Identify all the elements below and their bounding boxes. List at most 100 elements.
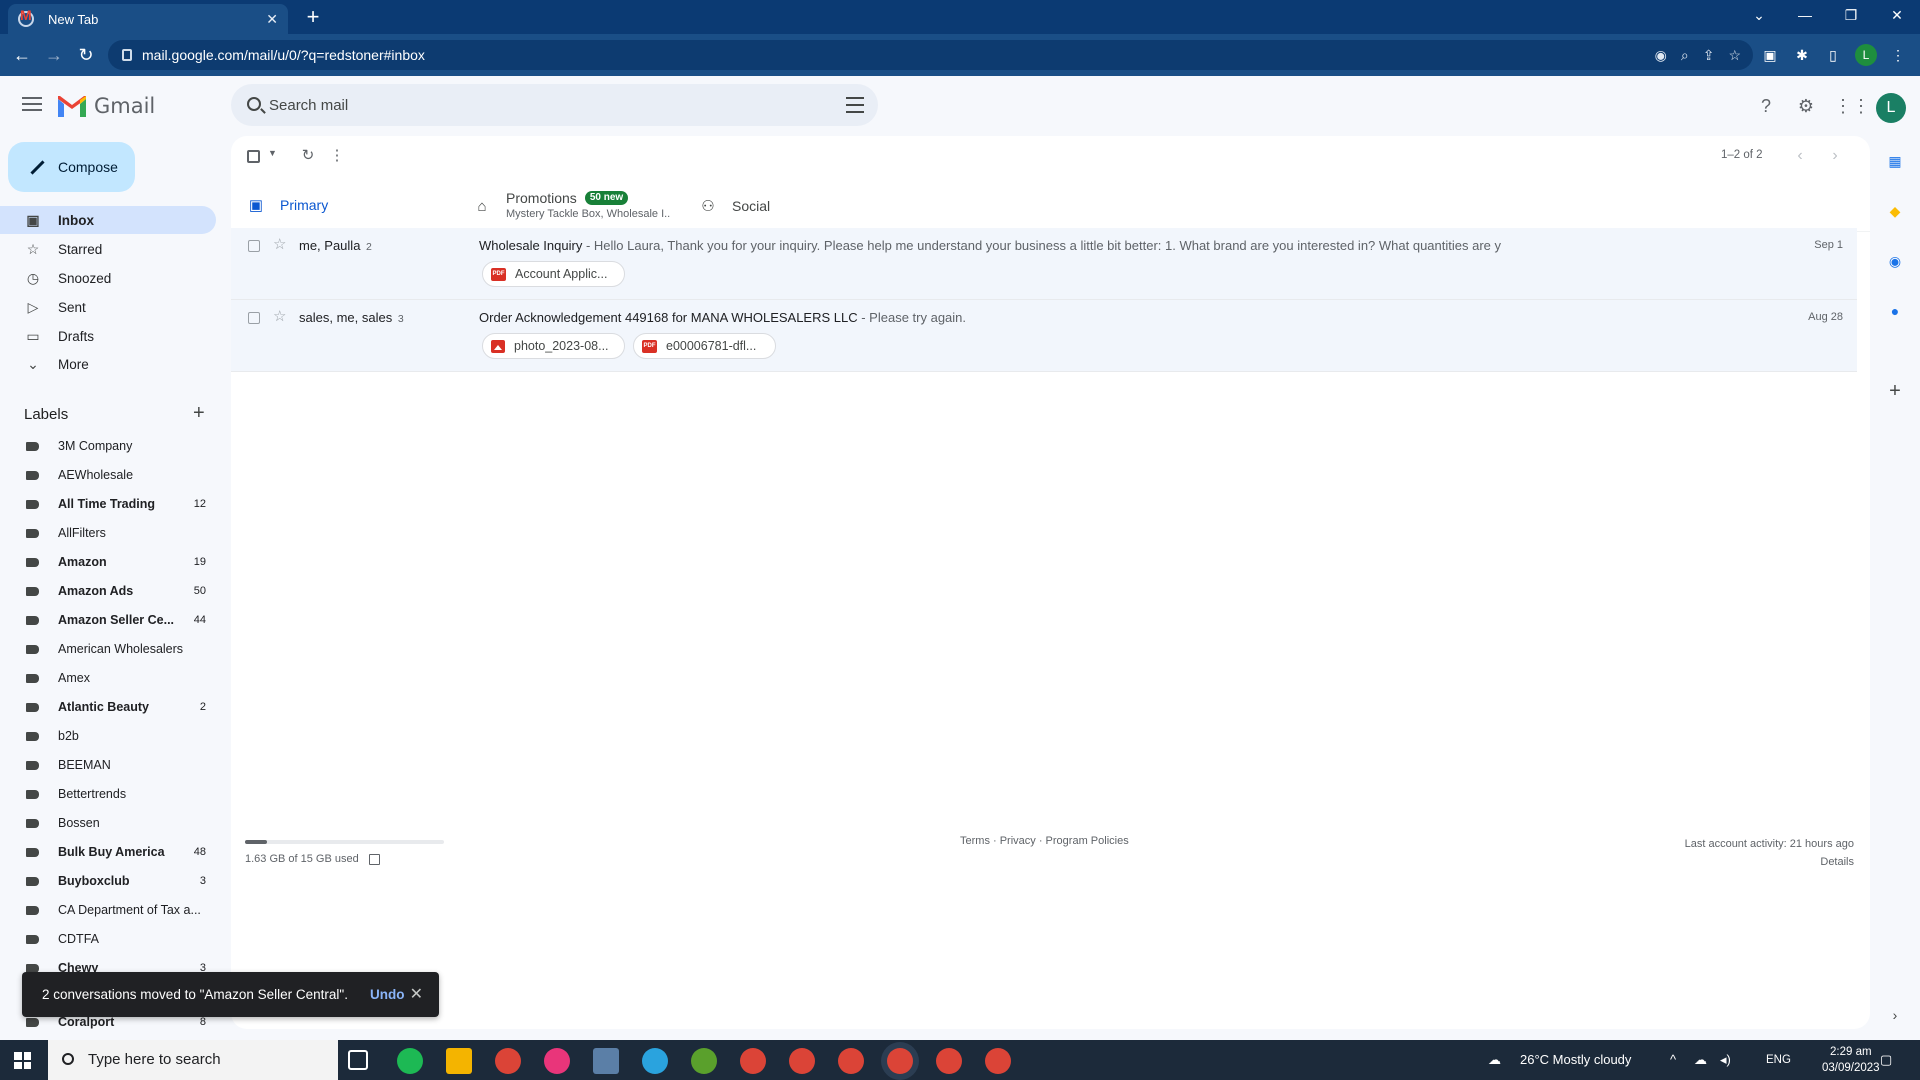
label-item[interactable]: AEWholesale bbox=[0, 461, 216, 489]
label-item[interactable]: Bulk Buy America 48 bbox=[0, 838, 216, 866]
window-close-button[interactable]: ✕ bbox=[1874, 0, 1920, 30]
utorrent-icon[interactable] bbox=[691, 1048, 717, 1074]
close-tab-icon[interactable]: ✕ bbox=[266, 11, 278, 28]
tasks-icon[interactable]: ◉ bbox=[1884, 250, 1906, 272]
prev-page-icon[interactable]: ‹ bbox=[1788, 144, 1812, 168]
attachment-chip[interactable]: photo_2023-08... bbox=[482, 333, 625, 359]
email-row[interactable]: ☆ me, Paulla 2 Wholesale Inquiry - Hello… bbox=[231, 228, 1857, 300]
browser-profile-avatar[interactable]: L bbox=[1855, 44, 1877, 66]
label-item[interactable]: 3M Company bbox=[0, 432, 216, 460]
show-side-panel-icon[interactable]: › bbox=[1884, 1004, 1906, 1026]
label-item[interactable]: AllFilters bbox=[0, 519, 216, 547]
nav-item-more[interactable]: ⌄ More bbox=[0, 350, 216, 378]
side-panel-icon[interactable]: ▯ bbox=[1823, 45, 1843, 65]
row-checkbox[interactable] bbox=[248, 240, 260, 252]
row-checkbox[interactable] bbox=[248, 312, 260, 324]
next-page-icon[interactable]: › bbox=[1823, 144, 1847, 168]
label-item[interactable]: Amazon 19 bbox=[0, 548, 216, 576]
label-item[interactable]: Bossen bbox=[0, 809, 216, 837]
network-icon[interactable]: ☁ bbox=[1694, 1040, 1707, 1080]
label-item[interactable]: b2b bbox=[0, 722, 216, 750]
search-options-icon[interactable] bbox=[846, 97, 864, 113]
label-item[interactable]: BEEMAN bbox=[0, 751, 216, 779]
weather-text[interactable]: 26°C Mostly cloudy bbox=[1520, 1040, 1631, 1080]
add-label-icon[interactable]: + bbox=[193, 402, 205, 425]
lock-icon[interactable] bbox=[122, 49, 132, 61]
address-bar[interactable]: mail.google.com/mail/u/0/?q=redstoner#in… bbox=[108, 40, 1753, 70]
tab-promotions[interactable]: ⌂ Promotions 50 new Mystery Tackle Box, … bbox=[471, 180, 701, 232]
telegram-icon[interactable] bbox=[642, 1048, 668, 1074]
tab-social[interactable]: ⚇ Social bbox=[699, 180, 770, 232]
label-item[interactable]: Amex bbox=[0, 664, 216, 692]
chrome-profile-icon[interactable] bbox=[936, 1048, 962, 1074]
tab-search-icon[interactable]: ⌄ bbox=[1736, 0, 1782, 30]
search-input[interactable] bbox=[269, 84, 809, 126]
open-storage-icon[interactable] bbox=[368, 853, 380, 865]
get-addons-icon[interactable]: + bbox=[1884, 380, 1906, 402]
label-item[interactable]: Buyboxclub 3 bbox=[0, 867, 216, 895]
tab-primary[interactable]: ▣ Primary bbox=[231, 180, 449, 232]
details-link[interactable]: Details bbox=[1685, 853, 1854, 871]
browser-tab[interactable]: New Tab ✕ bbox=[8, 4, 288, 34]
chrome-profile-icon[interactable] bbox=[985, 1048, 1011, 1074]
email-row[interactable]: ☆ sales, me, sales 3 Order Acknowledgeme… bbox=[231, 300, 1857, 372]
minimize-button[interactable]: — bbox=[1782, 0, 1828, 30]
undo-button[interactable]: Undo bbox=[370, 987, 405, 1002]
label-item[interactable]: Atlantic Beauty 2 bbox=[0, 693, 216, 721]
system-clock[interactable]: 2:29 am 03/09/2023 bbox=[1822, 1044, 1880, 1076]
nav-item-inbox[interactable]: ▣ Inbox bbox=[0, 206, 216, 234]
more-options-icon[interactable]: ⋮ bbox=[325, 144, 349, 168]
eye-icon[interactable]: ◉ bbox=[1655, 40, 1667, 70]
chrome-profile-icon[interactable] bbox=[838, 1048, 864, 1074]
forward-icon[interactable]: → bbox=[40, 42, 68, 68]
chrome-icon[interactable] bbox=[495, 1048, 521, 1074]
help-icon[interactable]: ? bbox=[1755, 95, 1777, 117]
calendar-icon[interactable]: ▦ bbox=[1884, 150, 1906, 172]
restore-button[interactable]: ❐ bbox=[1828, 0, 1874, 30]
volume-icon[interactable]: ◂) bbox=[1720, 1040, 1731, 1080]
nav-item-snoozed[interactable]: ◷ Snoozed bbox=[0, 264, 216, 292]
browser-menu-icon[interactable]: ⋮ bbox=[1888, 45, 1908, 65]
file-explorer-icon[interactable] bbox=[446, 1048, 472, 1074]
close-icon[interactable]: ✕ bbox=[410, 984, 423, 1004]
calculator-icon[interactable] bbox=[593, 1048, 619, 1074]
spotify-icon[interactable] bbox=[397, 1048, 423, 1074]
chrome-profile-icon[interactable] bbox=[789, 1048, 815, 1074]
account-avatar[interactable]: L bbox=[1876, 93, 1906, 123]
gmail-logo[interactable]: Gmail bbox=[58, 94, 155, 118]
nav-item-sent[interactable]: ▷ Sent bbox=[0, 293, 216, 321]
apps-grid-icon[interactable]: ⋮⋮ bbox=[1834, 95, 1870, 117]
search-icon[interactable] bbox=[247, 97, 261, 111]
chrome-profile-icon[interactable] bbox=[740, 1048, 766, 1074]
main-menu-icon[interactable] bbox=[22, 97, 42, 115]
taskbar-search[interactable]: Type here to search bbox=[48, 1040, 338, 1080]
label-item[interactable]: Amazon Seller Ce... 44 bbox=[0, 606, 216, 634]
windows-start-icon[interactable] bbox=[14, 1052, 31, 1069]
contacts-icon[interactable]: ● bbox=[1884, 300, 1906, 322]
back-icon[interactable]: ← bbox=[8, 42, 36, 68]
extension-off-icon[interactable]: ▣ bbox=[1760, 45, 1780, 65]
select-caret-icon[interactable]: ▼ bbox=[268, 148, 277, 158]
extensions-puzzle-icon[interactable]: ✱ bbox=[1792, 45, 1812, 65]
new-tab-button[interactable]: + bbox=[300, 4, 326, 30]
notifications-icon[interactable]: ▢ bbox=[1880, 1040, 1892, 1080]
refresh-icon[interactable]: ↻ bbox=[296, 144, 320, 168]
nav-item-drafts[interactable]: ▭ Drafts bbox=[0, 322, 216, 350]
search-bar[interactable] bbox=[231, 84, 878, 126]
app-icon[interactable] bbox=[544, 1048, 570, 1074]
input-language[interactable]: ENG bbox=[1766, 1040, 1791, 1080]
select-all-checkbox[interactable] bbox=[247, 150, 260, 163]
star-icon[interactable]: ☆ bbox=[273, 307, 286, 325]
task-view-icon[interactable] bbox=[348, 1050, 368, 1070]
zoom-icon[interactable]: ⌕ bbox=[1681, 40, 1689, 70]
label-item[interactable]: CDTFA bbox=[0, 925, 216, 953]
label-item[interactable]: CA Department of Tax a... bbox=[0, 896, 216, 924]
nav-item-starred[interactable]: ☆ Starred bbox=[0, 235, 216, 263]
weather-icon[interactable]: ☁ bbox=[1488, 1040, 1501, 1080]
keep-icon[interactable]: ◆ bbox=[1884, 200, 1906, 222]
compose-button[interactable]: Compose bbox=[8, 142, 135, 192]
attachment-chip[interactable]: PDF Account Applic... bbox=[482, 261, 625, 287]
attachment-chip[interactable]: PDF e00006781-dfl... bbox=[633, 333, 776, 359]
tray-overflow-icon[interactable]: ^ bbox=[1670, 1040, 1676, 1080]
label-item[interactable]: Amazon Ads 50 bbox=[0, 577, 216, 605]
